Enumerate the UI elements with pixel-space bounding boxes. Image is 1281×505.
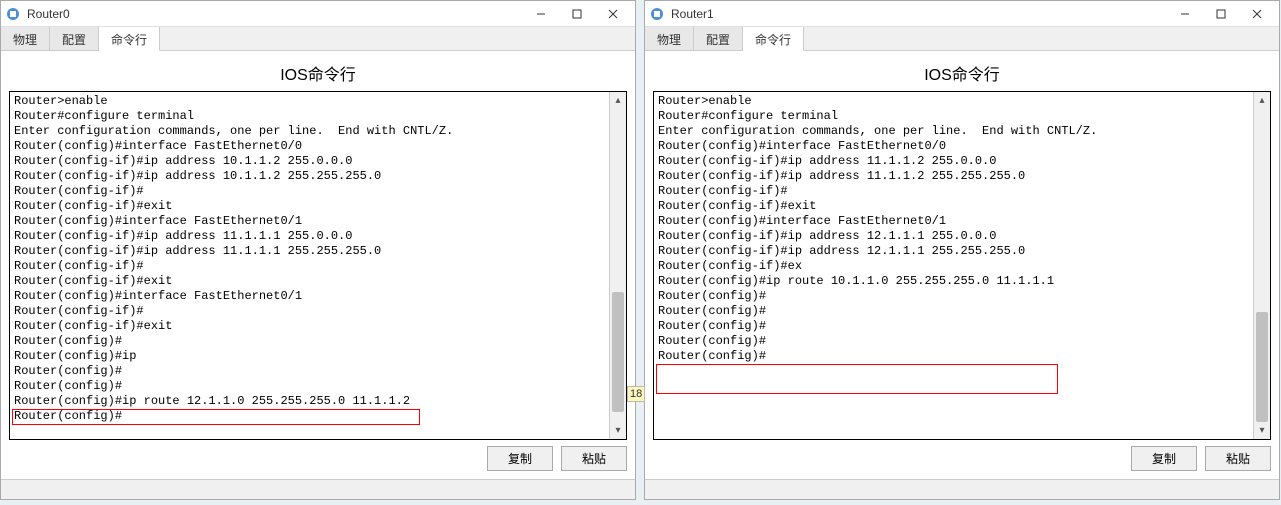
terminal-line: Router(config)# — [14, 409, 605, 424]
titlebar: Router0 — [1, 1, 635, 27]
tabs: 物理 配置 命令行 — [1, 27, 635, 51]
terminal-line: Router(config-if)#ip address 11.1.1.2 25… — [658, 169, 1249, 184]
paste-button[interactable]: 粘贴 — [561, 446, 627, 471]
terminal-line: Router(config-if)#exit — [658, 199, 1249, 214]
scrollbar[interactable]: ▴ ▾ — [609, 92, 626, 439]
terminal-line: Router(config)# — [658, 289, 1249, 304]
background-badge: 18 — [627, 386, 645, 402]
window-controls — [523, 2, 631, 26]
tab-physical[interactable]: 物理 — [645, 27, 694, 50]
terminal-line: Router#configure terminal — [658, 109, 1249, 124]
terminal-line: Router(config-if)#exit — [14, 274, 605, 289]
terminal-line: Router(config-if)# — [658, 184, 1249, 199]
tab-physical[interactable]: 物理 — [1, 27, 50, 50]
scroll-thumb[interactable] — [612, 292, 624, 412]
button-row: 复制 粘贴 — [9, 440, 627, 473]
terminal-line: Router(config-if)#ex — [658, 259, 1249, 274]
terminal-line: Router(config-if)#ip address 12.1.1.1 25… — [658, 229, 1249, 244]
terminal-line: Router(config-if)#ip address 12.1.1.1 25… — [658, 244, 1249, 259]
terminal-line: Router(config)# — [658, 319, 1249, 334]
scroll-down-icon[interactable]: ▾ — [610, 422, 626, 439]
terminal-line: Router(config)# — [658, 304, 1249, 319]
minimize-button[interactable] — [523, 2, 559, 26]
status-bar — [1, 479, 635, 499]
terminal-line: Router(config-if)# — [14, 259, 605, 274]
scroll-down-icon[interactable]: ▾ — [1254, 422, 1270, 439]
scroll-thumb[interactable] — [1256, 312, 1268, 422]
terminal-line: Router(config)# — [14, 364, 605, 379]
terminal-container: Router>enableRouter#configure terminalEn… — [9, 91, 627, 440]
terminal-line: Router>enable — [658, 94, 1249, 109]
terminal-line: Router>enable — [14, 94, 605, 109]
terminal-output[interactable]: Router>enableRouter#configure terminalEn… — [10, 92, 609, 439]
close-button[interactable] — [595, 2, 631, 26]
terminal-line: Router(config-if)#ip address 11.1.1.1 25… — [14, 244, 605, 259]
terminal-line: Router(config-if)#ip address 10.1.1.2 25… — [14, 154, 605, 169]
terminal-line: Router(config-if)#ip address 11.1.1.1 25… — [14, 229, 605, 244]
app-icon — [649, 6, 665, 22]
terminal-line: Router(config-if)# — [14, 184, 605, 199]
button-row: 复制 粘贴 — [653, 440, 1271, 473]
content-area: IOS命令行 Router>enableRouter#configure ter… — [645, 51, 1279, 479]
copy-button[interactable]: 复制 — [487, 446, 553, 471]
terminal-line: Router(config-if)#ip address 10.1.1.2 25… — [14, 169, 605, 184]
window-controls — [1167, 2, 1275, 26]
terminal-line: Router(config)# — [14, 334, 605, 349]
terminal-line: Router(config)#interface FastEthernet0/1 — [658, 214, 1249, 229]
terminal-line: Router(config)#interface FastEthernet0/0 — [658, 139, 1249, 154]
scrollbar[interactable]: ▴ ▾ — [1253, 92, 1270, 439]
maximize-button[interactable] — [559, 2, 595, 26]
highlight-box — [656, 364, 1058, 394]
terminal-line: Router(config-if)#ip address 11.1.1.2 25… — [658, 154, 1249, 169]
terminal-line: Router(config)# — [14, 379, 605, 394]
copy-button[interactable]: 复制 — [1131, 446, 1197, 471]
terminal-line: Router(config)#ip — [14, 349, 605, 364]
terminal-output[interactable]: Router>enableRouter#configure terminalEn… — [654, 92, 1253, 439]
window-router1: Router1 物理 配置 命令行 IOS命令行 Router>enableRo… — [644, 0, 1280, 500]
tabs: 物理 配置 命令行 — [645, 27, 1279, 51]
scroll-up-icon[interactable]: ▴ — [610, 92, 626, 109]
window-title: Router1 — [671, 7, 1167, 21]
terminal-line: Router(config)#ip route 10.1.1.0 255.255… — [658, 274, 1249, 289]
terminal-line: Router(config-if)#exit — [14, 199, 605, 214]
terminal-line: Router(config-if)# — [14, 304, 605, 319]
window-router0: Router0 物理 配置 命令行 IOS命令行 Router>enableRo… — [0, 0, 636, 500]
terminal-line: Router(config)# — [658, 334, 1249, 349]
terminal-line: Router(config)#interface FastEthernet0/1 — [14, 289, 605, 304]
tab-cli[interactable]: 命令行 — [743, 27, 804, 51]
panel-title: IOS命令行 — [653, 57, 1271, 91]
content-area: IOS命令行 Router>enableRouter#configure ter… — [1, 51, 635, 479]
terminal-line: Router(config)# — [658, 349, 1249, 364]
terminal-container: Router>enableRouter#configure terminalEn… — [653, 91, 1271, 440]
close-button[interactable] — [1239, 2, 1275, 26]
tab-cli[interactable]: 命令行 — [99, 27, 160, 51]
terminal-line: Enter configuration commands, one per li… — [658, 124, 1249, 139]
maximize-button[interactable] — [1203, 2, 1239, 26]
app-icon — [5, 6, 21, 22]
terminal-line: Router(config)#interface FastEthernet0/1 — [14, 214, 605, 229]
terminal-line: Router(config)#ip route 12.1.1.0 255.255… — [14, 394, 605, 409]
window-title: Router0 — [27, 7, 523, 21]
titlebar: Router1 — [645, 1, 1279, 27]
scroll-up-icon[interactable]: ▴ — [1254, 92, 1270, 109]
status-bar — [645, 479, 1279, 499]
minimize-button[interactable] — [1167, 2, 1203, 26]
paste-button[interactable]: 粘贴 — [1205, 446, 1271, 471]
terminal-line: Router(config-if)#exit — [14, 319, 605, 334]
tab-config[interactable]: 配置 — [50, 27, 99, 50]
tab-config[interactable]: 配置 — [694, 27, 743, 50]
terminal-line: Enter configuration commands, one per li… — [14, 124, 605, 139]
terminal-line: Router#configure terminal — [14, 109, 605, 124]
terminal-line: Router(config)#interface FastEthernet0/0 — [14, 139, 605, 154]
panel-title: IOS命令行 — [9, 57, 627, 91]
